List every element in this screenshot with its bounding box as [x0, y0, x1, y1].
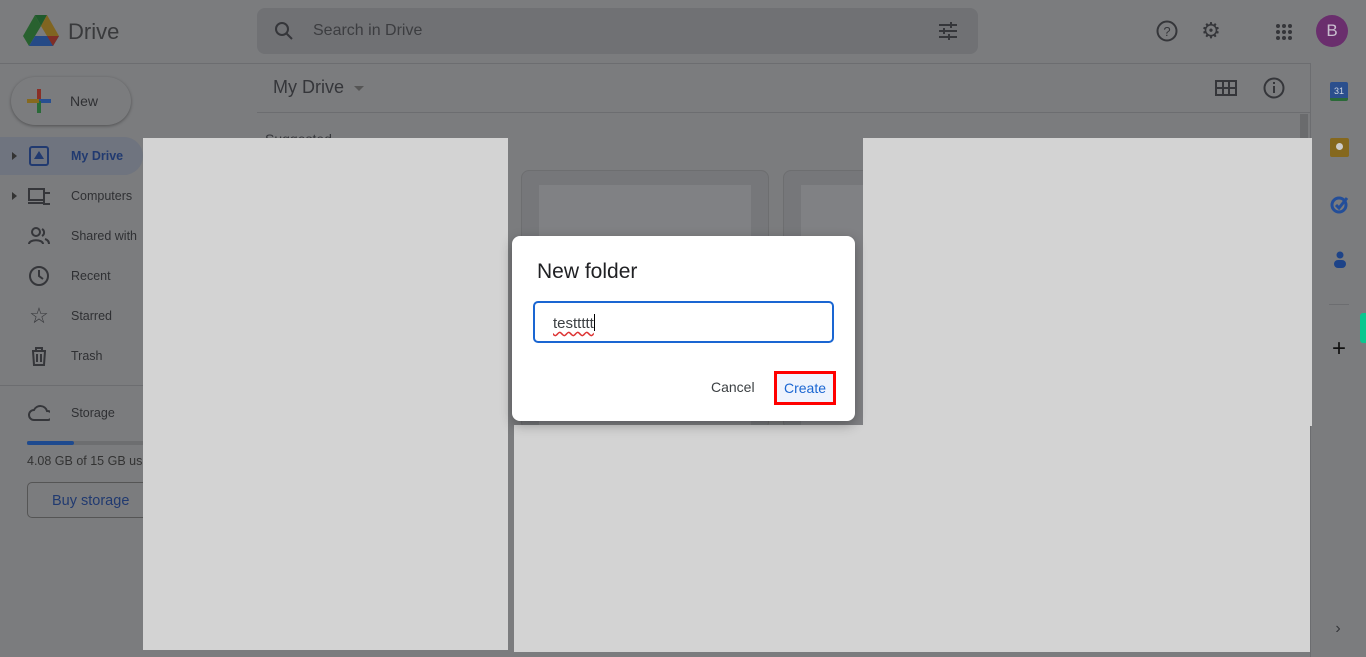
info-icon[interactable]: [1263, 77, 1285, 99]
shared-people-icon: [28, 225, 50, 247]
storage-bar-fill: [27, 441, 74, 445]
sidebar-item-storage[interactable]: Storage: [0, 394, 143, 432]
svg-text:?: ?: [1163, 24, 1170, 39]
new-button[interactable]: New: [11, 77, 131, 125]
buy-storage-button[interactable]: Buy storage: [27, 482, 157, 518]
search-icon[interactable]: [273, 20, 295, 42]
sidebar-item-computers[interactable]: Computers: [0, 177, 143, 215]
sidebar-divider: [0, 385, 143, 386]
create-button[interactable]: Create: [774, 371, 836, 405]
title-divider: [257, 112, 1310, 113]
avatar[interactable]: B: [1316, 15, 1348, 47]
scrollbar[interactable]: [1300, 114, 1308, 138]
sidebar-item-shared[interactable]: Shared with: [0, 217, 143, 255]
my-drive-icon: [28, 145, 50, 167]
calendar-icon[interactable]: 31: [1330, 82, 1348, 101]
search-input[interactable]: Search in Drive: [313, 22, 422, 40]
star-icon: ☆: [29, 303, 49, 328]
settings-gear-icon[interactable]: ⚙: [1200, 18, 1222, 43]
plus-icon: [27, 89, 51, 113]
clock-icon: [28, 265, 50, 287]
new-folder-dialog: New folder testtttt Cancel Create: [512, 236, 855, 421]
chevron-right-icon[interactable]: ›: [1330, 619, 1346, 639]
app-name: Drive: [68, 19, 120, 44]
add-addon-icon[interactable]: +: [1329, 335, 1349, 362]
tasks-icon[interactable]: [1330, 194, 1350, 214]
storage-bar: [27, 441, 143, 445]
contacts-icon[interactable]: [1332, 250, 1348, 270]
search-bar[interactable]: Search in Drive: [257, 8, 978, 54]
storage-usage-text: 4.08 GB of 15 GB us: [27, 454, 143, 468]
side-tab-handle[interactable]: [1360, 313, 1366, 343]
apps-grid-icon[interactable]: [1275, 23, 1293, 41]
trash-icon: [28, 345, 50, 367]
folder-name-value: testtttt: [553, 315, 594, 332]
blank-panel: [863, 138, 1312, 426]
title-dropdown-icon[interactable]: [354, 86, 364, 91]
new-button-label: New: [70, 93, 99, 109]
sidebar-item-recent[interactable]: Recent: [0, 257, 143, 295]
blank-panel: [514, 425, 1310, 652]
rail-divider: [1329, 304, 1349, 305]
computers-icon: [28, 185, 50, 207]
header-divider: [0, 63, 1310, 64]
drive-logo-icon[interactable]: [22, 14, 60, 48]
search-options-icon[interactable]: [937, 20, 959, 42]
help-icon[interactable]: ?: [1156, 20, 1178, 42]
cancel-button[interactable]: Cancel: [711, 379, 755, 395]
folder-name-input[interactable]: testtttt: [533, 301, 834, 343]
grid-view-icon[interactable]: [1215, 80, 1237, 96]
keep-icon[interactable]: [1330, 138, 1349, 157]
blank-panel: [143, 138, 508, 650]
sidebar-item-trash[interactable]: Trash: [0, 337, 143, 375]
page-title[interactable]: My Drive: [273, 77, 344, 98]
cloud-icon: [28, 402, 50, 424]
sidebar-item-my-drive[interactable]: My Drive: [0, 137, 143, 175]
sidebar-item-starred[interactable]: ☆ Starred: [0, 297, 143, 335]
dialog-title: New folder: [537, 260, 638, 283]
